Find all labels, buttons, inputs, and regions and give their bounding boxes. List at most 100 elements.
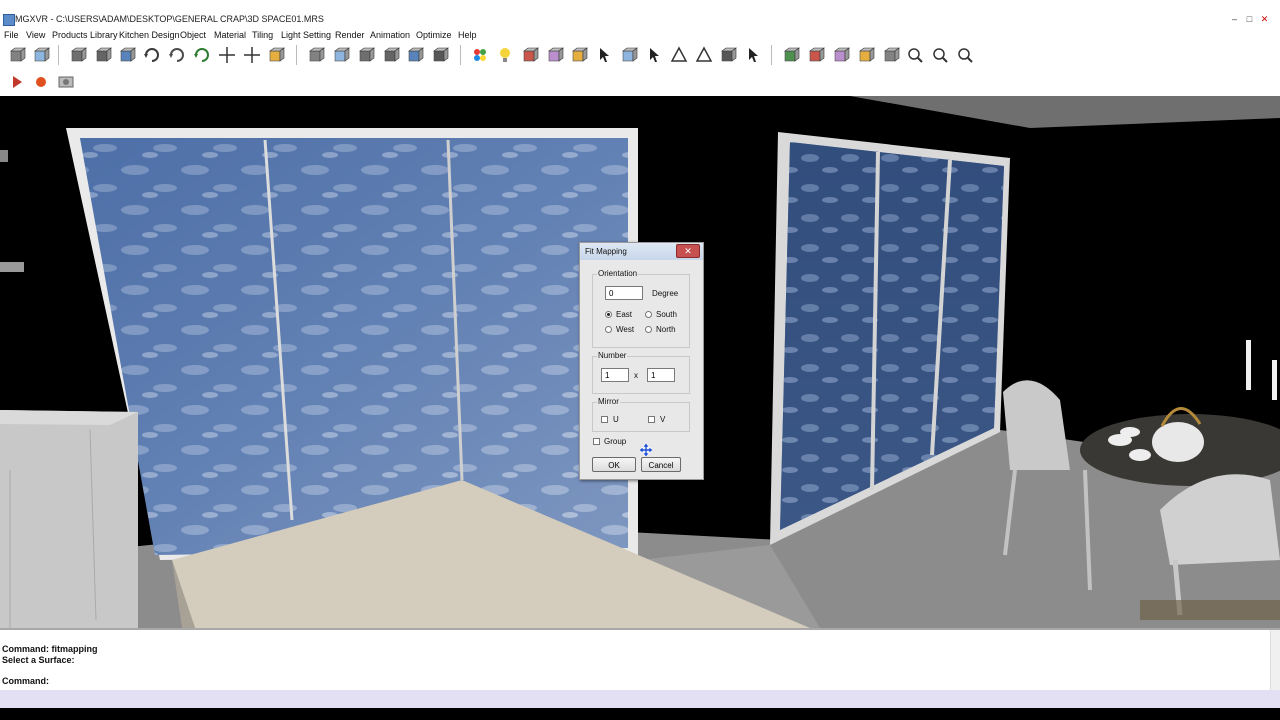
ok-button[interactable]: OK xyxy=(592,457,636,472)
record-icon[interactable] xyxy=(31,72,51,92)
mirror-u-label: U xyxy=(613,415,619,424)
color-palette-icon[interactable] xyxy=(470,45,490,65)
triangle-icon[interactable] xyxy=(694,45,714,65)
menu-help[interactable]: Help xyxy=(458,30,477,40)
camera-icon[interactable] xyxy=(520,45,540,65)
grid-icon[interactable] xyxy=(430,45,450,65)
delete-object-icon[interactable] xyxy=(306,45,326,65)
zoom-extents-icon[interactable] xyxy=(955,45,975,65)
dialog-close-button[interactable]: ✕ xyxy=(676,244,700,258)
number-label: Number xyxy=(597,351,628,360)
command-line-2: Select a Surface: xyxy=(2,655,75,665)
pointer-icon[interactable] xyxy=(644,45,664,65)
mirror-label: Mirror xyxy=(597,397,620,406)
east-radio[interactable] xyxy=(605,311,612,318)
menu-material[interactable]: Material xyxy=(214,30,246,40)
west-label: West xyxy=(616,325,635,334)
menu-file[interactable]: File xyxy=(4,30,19,40)
toolbar-separator xyxy=(296,45,297,65)
menu-kitchen-design[interactable]: Kitchen Design xyxy=(119,30,180,40)
window-titlebar: MGXVR - C:\USERS\ADAM\DESKTOP\GENERAL CR… xyxy=(0,0,1280,28)
west-radio[interactable] xyxy=(605,326,612,333)
mirror-u-checkbox[interactable] xyxy=(601,416,608,423)
dialog-title: Fit Mapping xyxy=(585,247,627,256)
erase-icon[interactable] xyxy=(356,45,376,65)
command-area[interactable]: Command: fitmapping Select a Surface: Co… xyxy=(0,628,1280,692)
menu-view[interactable]: View xyxy=(26,30,45,40)
menu-tiling[interactable]: Tiling xyxy=(252,30,273,40)
menu-object[interactable]: Object xyxy=(180,30,206,40)
pan-icon[interactable] xyxy=(242,45,262,65)
close-button[interactable]: ✕ xyxy=(1257,13,1272,25)
number-y-input[interactable]: 1 xyxy=(647,368,675,382)
cube-icon[interactable] xyxy=(68,45,88,65)
flip-icon[interactable] xyxy=(192,45,212,65)
mirror-v-checkbox[interactable] xyxy=(648,416,655,423)
status-bar xyxy=(0,690,1280,708)
box-icon[interactable] xyxy=(93,45,113,65)
window-title: MGXVR - C:\USERS\ADAM\DESKTOP\GENERAL CR… xyxy=(15,14,324,24)
snapshot-icon[interactable] xyxy=(56,72,76,92)
menu-bar: File View Products Library Kitchen Desig… xyxy=(0,28,1280,42)
dialog-titlebar: Fit Mapping ✕ xyxy=(580,243,703,260)
paint-icon[interactable] xyxy=(381,45,401,65)
number-separator: x xyxy=(634,371,638,380)
door-icon[interactable] xyxy=(545,45,565,65)
toolbar-separator xyxy=(460,45,461,65)
cursor-plus-icon[interactable] xyxy=(743,45,763,65)
save-icon[interactable] xyxy=(31,45,51,65)
play-icon[interactable] xyxy=(7,72,27,92)
copy-icon[interactable] xyxy=(569,45,589,65)
orientation-group: Orientation 0 Degree East South West Nor… xyxy=(592,269,690,348)
east-label: East xyxy=(616,310,633,319)
export-icon[interactable] xyxy=(266,45,286,65)
wireframe-icon[interactable] xyxy=(117,45,137,65)
view-top-icon[interactable] xyxy=(881,45,901,65)
toolbar-separator xyxy=(771,45,772,65)
group-checkbox[interactable] xyxy=(593,438,600,445)
menu-render[interactable]: Render xyxy=(335,30,365,40)
app-icon xyxy=(3,14,15,26)
zoom-fit-icon[interactable] xyxy=(930,45,950,65)
vertex-icon[interactable] xyxy=(669,45,689,65)
view-right-icon[interactable] xyxy=(856,45,876,65)
mirror-v-label: V xyxy=(660,415,666,424)
view-back-icon[interactable] xyxy=(806,45,826,65)
command-prompt[interactable]: Command: xyxy=(2,676,49,686)
north-label: North xyxy=(656,325,676,334)
bottom-edge xyxy=(0,708,1280,720)
apply-material-icon[interactable] xyxy=(405,45,425,65)
north-radio[interactable] xyxy=(645,326,652,333)
orbit-icon[interactable] xyxy=(167,45,187,65)
menu-products-library[interactable]: Products Library xyxy=(52,30,118,40)
orientation-label: Orientation xyxy=(597,269,639,278)
cancel-button[interactable]: Cancel xyxy=(641,457,681,472)
move-cursor-icon xyxy=(639,443,653,457)
south-radio[interactable] xyxy=(645,311,652,318)
south-label: South xyxy=(656,310,677,319)
number-x-input[interactable]: 1 xyxy=(601,368,629,382)
mirror-group: Mirror U V xyxy=(592,397,690,432)
menu-optimize[interactable]: Optimize xyxy=(416,30,452,40)
degree-input[interactable]: 0 xyxy=(605,286,643,300)
toolbar-separator xyxy=(58,45,59,65)
maximize-button[interactable]: □ xyxy=(1242,13,1257,25)
minimize-button[interactable]: – xyxy=(1227,13,1242,25)
view-left-icon[interactable] xyxy=(831,45,851,65)
transform-icon[interactable] xyxy=(718,45,738,65)
tiling-icon[interactable] xyxy=(331,45,351,65)
select-region-icon[interactable] xyxy=(619,45,639,65)
select-arrow-icon[interactable] xyxy=(594,45,614,65)
degree-label: Degree xyxy=(652,289,679,298)
main-toolbar xyxy=(0,42,1280,70)
light-bulb-icon[interactable] xyxy=(495,45,515,65)
command-scrollbar[interactable] xyxy=(1270,630,1280,692)
rotate-icon[interactable] xyxy=(142,45,162,65)
zoom-icon[interactable] xyxy=(905,45,925,65)
move-icon[interactable] xyxy=(217,45,237,65)
menu-light-setting[interactable]: Light Setting xyxy=(281,30,331,40)
menu-animation[interactable]: Animation xyxy=(370,30,410,40)
view-front-icon[interactable] xyxy=(781,45,801,65)
open-icon[interactable] xyxy=(7,45,27,65)
number-group: Number 1 x 1 xyxy=(592,351,690,394)
